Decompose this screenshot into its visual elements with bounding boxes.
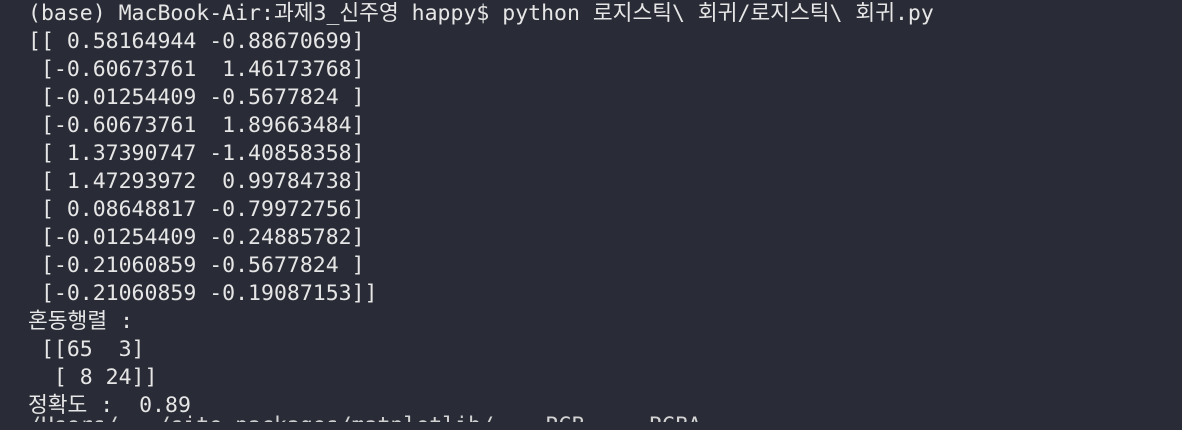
matrix-row: [-0.21060859 -0.19087153]]: [28, 281, 378, 306]
confusion-matrix-label: 혼동행렬 :: [28, 309, 134, 334]
confusion-matrix-row: [[65 3]: [28, 337, 145, 362]
matrix-row: [-0.01254409 -0.5677824 ]: [28, 85, 365, 110]
clipped-output-line: /Users/.../site-packages/matplotlib/... …: [28, 412, 1182, 422]
matrix-row: [-0.60673761 1.89663484]: [28, 113, 365, 138]
matrix-row: [ 0.08648817 -0.79972756]: [28, 197, 365, 222]
matrix-row: [ 1.47293972 0.99784738]: [28, 169, 365, 194]
matrix-row: [[ 0.58164944 -0.88670699]: [28, 29, 365, 54]
matrix-row: [ 1.37390747 -1.40858358]: [28, 141, 365, 166]
matrix-row: [-0.21060859 -0.5677824 ]: [28, 253, 365, 278]
terminal-window[interactable]: (base) MacBook-Air:과제3_신주영 happy$ python…: [0, 0, 1182, 430]
confusion-matrix-row: [ 8 24]]: [28, 365, 158, 390]
prompt-line: (base) MacBook-Air:과제3_신주영 happy$ python…: [28, 1, 934, 26]
matrix-row: [-0.01254409 -0.24885782]: [28, 225, 365, 250]
matrix-row: [-0.60673761 1.46173768]: [28, 57, 365, 82]
